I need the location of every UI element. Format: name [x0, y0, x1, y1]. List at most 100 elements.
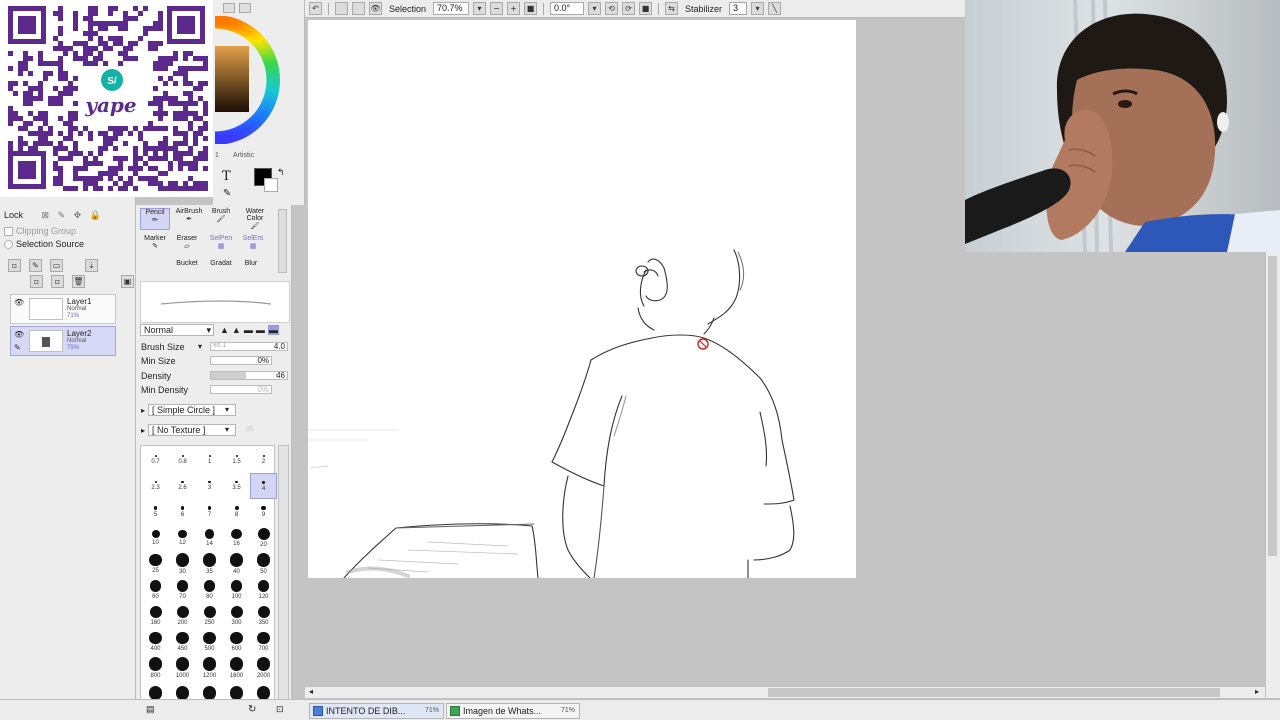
- brush-size-option[interactable]: 1.5: [223, 447, 250, 473]
- color-mode-icon[interactable]: [239, 3, 251, 13]
- chevron-down-icon[interactable]: ▾: [225, 425, 229, 434]
- straight-line-icon[interactable]: ╲: [768, 2, 782, 15]
- edge-hard-icon[interactable]: ▬: [244, 325, 253, 335]
- brush-size-option[interactable]: 6: [169, 499, 196, 525]
- layer-properties-icon[interactable]: ▣: [121, 275, 134, 288]
- new-folder-icon[interactable]: ▭: [50, 259, 63, 272]
- brush-size-option[interactable]: 5: [142, 499, 169, 525]
- rotate-left-icon[interactable]: ⟲: [605, 2, 619, 15]
- brush-size-option[interactable]: 0.8: [169, 447, 196, 473]
- lock-all-icon[interactable]: 🔒: [90, 210, 101, 220]
- zoom-select[interactable]: 70.7%: [433, 2, 470, 15]
- zoom-reset-icon[interactable]: ■: [524, 2, 538, 15]
- min-density-slider[interactable]: 0%: [210, 385, 272, 394]
- document-tab-1[interactable]: INTENTO DE DIB... 71%: [309, 703, 444, 719]
- transfer-down-icon[interactable]: ⇣: [85, 259, 98, 272]
- lock-move-icon[interactable]: ✥: [74, 210, 82, 220]
- brush-size-option[interactable]: 350: [250, 603, 277, 629]
- deselect-icon[interactable]: [335, 2, 348, 15]
- brush-size-option[interactable]: 30: [169, 551, 196, 577]
- brush-size-option[interactable]: 35: [196, 551, 223, 577]
- clear-layer-icon[interactable]: ▫: [30, 275, 43, 288]
- zoom-in-icon[interactable]: +: [507, 2, 521, 15]
- text-tool-icon[interactable]: T: [222, 169, 231, 184]
- layer-row-2[interactable]: 👁 ✎ Layer2 Normal 75%: [10, 326, 116, 356]
- brush-size-option[interactable]: 250: [196, 603, 223, 629]
- stabilizer-dropdown-icon[interactable]: ▾: [751, 2, 765, 15]
- chevron-down-icon[interactable]: ▾: [225, 405, 229, 414]
- brush-size-option[interactable]: 8: [223, 499, 250, 525]
- rotate-reset-icon[interactable]: ■: [639, 2, 653, 15]
- brush-shape-select[interactable]: [ Simple Circle ]: [148, 404, 236, 416]
- selection-visibility-icon[interactable]: 👁: [369, 2, 382, 15]
- brush-size-option[interactable]: 40: [223, 551, 250, 577]
- rotate-right-icon[interactable]: ⟳: [622, 2, 636, 15]
- clipping-group-row[interactable]: Clipping Group: [4, 226, 76, 237]
- document-tab-2[interactable]: Imagen de Whats... 71%: [446, 703, 580, 719]
- layer-row-1[interactable]: 👁 Layer1 Normal 71%: [10, 294, 116, 324]
- brush-size-option[interactable]: 3.5: [223, 473, 250, 499]
- brush-size-option[interactable]: 80: [196, 577, 223, 603]
- clipping-group-checkbox[interactable]: [4, 227, 13, 237]
- drawing-canvas[interactable]: [307, 20, 856, 579]
- zoom-dropdown-icon[interactable]: ▾: [473, 2, 487, 15]
- brush-size-option[interactable]: 200: [169, 603, 196, 629]
- brush-size-option[interactable]: 600: [223, 629, 250, 655]
- tool-marker[interactable]: Marker ✎: [140, 235, 170, 257]
- brush-size-option[interactable]: 500: [196, 629, 223, 655]
- brush-size-option[interactable]: 2: [250, 447, 277, 473]
- fit-view-icon[interactable]: ⊡: [276, 704, 284, 715]
- undo-icon[interactable]: ↶: [309, 2, 322, 15]
- min-size-slider[interactable]: 0%: [210, 356, 272, 365]
- color-wheel[interactable]: [215, 16, 281, 144]
- brush-size-option[interactable]: 400: [142, 629, 169, 655]
- navigator-icon[interactable]: ▤: [146, 704, 155, 715]
- grid-icon[interactable]: [223, 3, 235, 13]
- brush-texture-select[interactable]: [ No Texture ]: [148, 424, 236, 436]
- edge-soft-icon[interactable]: ▲: [220, 325, 229, 335]
- new-vector-layer-icon[interactable]: ✎: [29, 259, 42, 272]
- brush-size-option[interactable]: 2.3: [142, 473, 169, 499]
- brush-size-scrollbar[interactable]: [278, 445, 289, 700]
- lock-transparency-icon[interactable]: ⊠: [42, 210, 50, 220]
- edit-pencil-icon[interactable]: ✎: [14, 343, 21, 352]
- color-tab-1[interactable]: 1: [215, 152, 219, 159]
- eyedropper-icon[interactable]: ✎: [223, 188, 231, 199]
- brush-size-option[interactable]: 0.7: [142, 447, 169, 473]
- tool-gradation[interactable]: Gradat: [206, 260, 236, 272]
- brush-size-option[interactable]: 3: [196, 473, 223, 499]
- delete-layer-icon[interactable]: 🗑: [72, 275, 85, 288]
- brush-size-option[interactable]: 120: [250, 577, 277, 603]
- selection-source-row[interactable]: Selection Source: [4, 239, 84, 250]
- swap-colors-icon[interactable]: ↰: [277, 167, 285, 178]
- brush-size-option[interactable]: 14: [196, 525, 223, 551]
- brush-size-option[interactable]: 12: [169, 525, 196, 551]
- rotation-dropdown-icon[interactable]: ▾: [588, 2, 602, 15]
- visibility-eye-icon[interactable]: 👁: [14, 330, 24, 339]
- brush-size-option[interactable]: 50: [250, 551, 277, 577]
- tool-watercolor[interactable]: Water Color 🖌: [240, 208, 270, 230]
- brush-size-slider[interactable]: x0.1 4.0: [210, 342, 288, 351]
- color-tab-artistic[interactable]: Artistic: [233, 152, 254, 159]
- secondary-color-swatch[interactable]: [264, 178, 278, 192]
- tool-blur[interactable]: Blur: [236, 260, 266, 272]
- tool-selpen[interactable]: SelPen ▦: [206, 235, 236, 257]
- brush-size-option[interactable]: 1200: [196, 655, 223, 681]
- stabilizer-select[interactable]: 3: [729, 2, 748, 15]
- brush-size-option[interactable]: 300: [223, 603, 250, 629]
- density-slider[interactable]: 46: [210, 371, 288, 380]
- brush-size-option[interactable]: 1000: [169, 655, 196, 681]
- brush-size-option[interactable]: 160: [142, 603, 169, 629]
- brush-size-option[interactable]: 700: [250, 629, 277, 655]
- tool-bucket[interactable]: Bucket: [172, 260, 202, 272]
- rotation-select[interactable]: 0.0°: [550, 2, 585, 15]
- vertical-scroll-thumb[interactable]: [1268, 256, 1277, 556]
- edge-hardest-icon[interactable]: ▬: [256, 325, 265, 335]
- tool-brush[interactable]: Brush 🖌: [206, 208, 236, 230]
- tool-eraser[interactable]: Eraser ▱: [172, 235, 202, 257]
- edge-selected-icon[interactable]: ▬: [267, 325, 279, 335]
- vertical-scrollbar[interactable]: [1265, 252, 1280, 698]
- lock-draw-icon[interactable]: ✎: [58, 210, 66, 220]
- tool-pencil[interactable]: Pencil ✏: [140, 208, 170, 230]
- brush-size-option[interactable]: 70: [169, 577, 196, 603]
